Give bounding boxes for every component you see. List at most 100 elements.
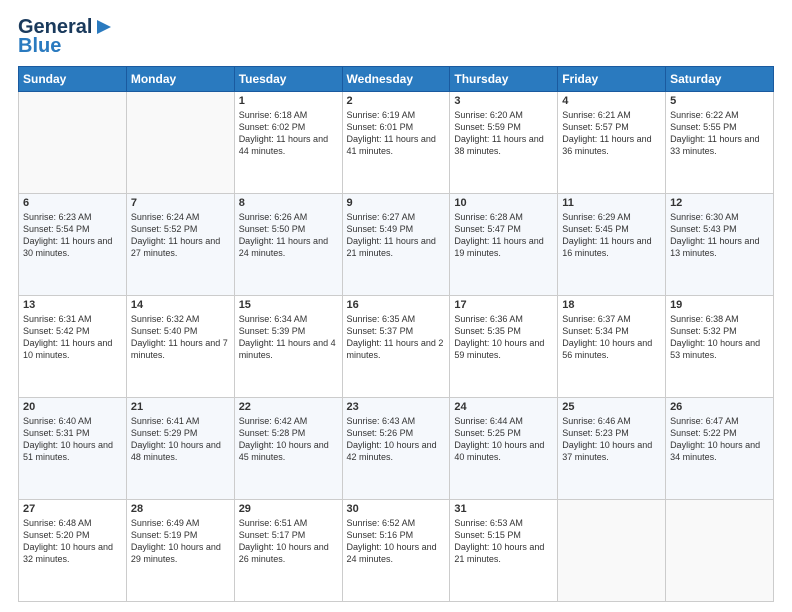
day-content: Sunrise: 6:35 AMSunset: 5:37 PMDaylight:… <box>347 313 446 362</box>
weekday-header-tuesday: Tuesday <box>234 67 342 92</box>
calendar-cell: 14 Sunrise: 6:32 AMSunset: 5:40 PMDayligh… <box>126 296 234 398</box>
calendar-cell: 13 Sunrise: 6:31 AMSunset: 5:42 PMDayligh… <box>19 296 127 398</box>
day-content: Sunrise: 6:52 AMSunset: 5:16 PMDaylight:… <box>347 517 446 566</box>
calendar-cell: 19 Sunrise: 6:38 AMSunset: 5:32 PMDayligh… <box>666 296 774 398</box>
day-number: 5 <box>670 95 769 107</box>
day-number: 15 <box>239 299 338 311</box>
calendar-cell: 16 Sunrise: 6:35 AMSunset: 5:37 PMDayligh… <box>342 296 450 398</box>
day-number: 3 <box>454 95 553 107</box>
day-number: 18 <box>562 299 661 311</box>
calendar-cell: 30 Sunrise: 6:52 AMSunset: 5:16 PMDayligh… <box>342 500 450 602</box>
weekday-header-thursday: Thursday <box>450 67 558 92</box>
calendar-cell: 29 Sunrise: 6:51 AMSunset: 5:17 PMDayligh… <box>234 500 342 602</box>
day-content: Sunrise: 6:24 AMSunset: 5:52 PMDaylight:… <box>131 211 230 260</box>
calendar-cell: 23 Sunrise: 6:43 AMSunset: 5:26 PMDayligh… <box>342 398 450 500</box>
calendar-row-4: 27 Sunrise: 6:48 AMSunset: 5:20 PMDayligh… <box>19 500 774 602</box>
calendar-cell: 2 Sunrise: 6:19 AMSunset: 6:01 PMDaylight… <box>342 92 450 194</box>
calendar-cell: 31Sunrise: 6:53 AMSunset: 5:15 PMDayligh… <box>450 500 558 602</box>
day-content: Sunrise: 6:36 AMSunset: 5:35 PMDaylight:… <box>454 313 553 362</box>
day-number: 31 <box>454 503 553 515</box>
day-content: Sunrise: 6:38 AMSunset: 5:32 PMDaylight:… <box>670 313 769 362</box>
logo: General Blue <box>18 16 115 58</box>
day-number: 24 <box>454 401 553 413</box>
day-number: 26 <box>670 401 769 413</box>
day-content: Sunrise: 6:22 AMSunset: 5:55 PMDaylight:… <box>670 109 769 158</box>
day-number: 14 <box>131 299 230 311</box>
calendar-cell: 18 Sunrise: 6:37 AMSunset: 5:34 PMDayligh… <box>558 296 666 398</box>
day-content: Sunrise: 6:21 AMSunset: 5:57 PMDaylight:… <box>562 109 661 158</box>
calendar-cell: 26 Sunrise: 6:47 AMSunset: 5:22 PMDayligh… <box>666 398 774 500</box>
weekday-header-sunday: Sunday <box>19 67 127 92</box>
day-content: Sunrise: 6:34 AMSunset: 5:39 PMDaylight:… <box>239 313 338 362</box>
calendar-cell: 24 Sunrise: 6:44 AMSunset: 5:25 PMDayligh… <box>450 398 558 500</box>
day-content: Sunrise: 6:43 AMSunset: 5:26 PMDaylight:… <box>347 415 446 464</box>
calendar: SundayMondayTuesdayWednesdayThursdayFrid… <box>18 66 774 602</box>
calendar-row-0: 1 Sunrise: 6:18 AMSunset: 6:02 PMDaylight… <box>19 92 774 194</box>
day-number: 13 <box>23 299 122 311</box>
day-content: Sunrise: 6:29 AMSunset: 5:45 PMDaylight:… <box>562 211 661 260</box>
calendar-cell: 9 Sunrise: 6:27 AMSunset: 5:49 PMDaylight… <box>342 194 450 296</box>
calendar-cell: 3 Sunrise: 6:20 AMSunset: 5:59 PMDaylight… <box>450 92 558 194</box>
day-content: Sunrise: 6:27 AMSunset: 5:49 PMDaylight:… <box>347 211 446 260</box>
day-number: 23 <box>347 401 446 413</box>
calendar-cell: 5 Sunrise: 6:22 AMSunset: 5:55 PMDaylight… <box>666 92 774 194</box>
day-number: 20 <box>23 401 122 413</box>
calendar-cell: 22 Sunrise: 6:42 AMSunset: 5:28 PMDayligh… <box>234 398 342 500</box>
weekday-header-saturday: Saturday <box>666 67 774 92</box>
calendar-cell: 6Sunrise: 6:23 AMSunset: 5:54 PMDaylight… <box>19 194 127 296</box>
day-number: 27 <box>23 503 122 515</box>
weekday-header-row: SundayMondayTuesdayWednesdayThursdayFrid… <box>19 67 774 92</box>
calendar-cell <box>666 500 774 602</box>
day-content: Sunrise: 6:31 AMSunset: 5:42 PMDaylight:… <box>23 313 122 362</box>
calendar-cell <box>126 92 234 194</box>
day-number: 19 <box>670 299 769 311</box>
day-content: Sunrise: 6:42 AMSunset: 5:28 PMDaylight:… <box>239 415 338 464</box>
logo-icon <box>93 16 115 38</box>
day-number: 1 <box>239 95 338 107</box>
weekday-header-monday: Monday <box>126 67 234 92</box>
day-content: Sunrise: 6:47 AMSunset: 5:22 PMDaylight:… <box>670 415 769 464</box>
day-content: Sunrise: 6:48 AMSunset: 5:20 PMDaylight:… <box>23 517 122 566</box>
day-content: Sunrise: 6:51 AMSunset: 5:17 PMDaylight:… <box>239 517 338 566</box>
calendar-cell: 8Sunrise: 6:26 AMSunset: 5:50 PMDaylight… <box>234 194 342 296</box>
day-number: 22 <box>239 401 338 413</box>
day-number: 10 <box>454 197 553 209</box>
day-number: 16 <box>347 299 446 311</box>
calendar-cell: 11Sunrise: 6:29 AMSunset: 5:45 PMDayligh… <box>558 194 666 296</box>
calendar-cell: 27 Sunrise: 6:48 AMSunset: 5:20 PMDayligh… <box>19 500 127 602</box>
calendar-cell: 7 Sunrise: 6:24 AMSunset: 5:52 PMDaylight… <box>126 194 234 296</box>
day-number: 25 <box>562 401 661 413</box>
day-content: Sunrise: 6:44 AMSunset: 5:25 PMDaylight:… <box>454 415 553 464</box>
day-number: 12 <box>670 197 769 209</box>
day-content: Sunrise: 6:19 AMSunset: 6:01 PMDaylight:… <box>347 109 446 158</box>
day-number: 29 <box>239 503 338 515</box>
day-number: 30 <box>347 503 446 515</box>
day-content: Sunrise: 6:40 AMSunset: 5:31 PMDaylight:… <box>23 415 122 464</box>
calendar-cell: 25Sunrise: 6:46 AMSunset: 5:23 PMDayligh… <box>558 398 666 500</box>
day-number: 2 <box>347 95 446 107</box>
header: General Blue <box>18 16 774 58</box>
calendar-row-1: 6Sunrise: 6:23 AMSunset: 5:54 PMDaylight… <box>19 194 774 296</box>
weekday-header-friday: Friday <box>558 67 666 92</box>
day-content: Sunrise: 6:18 AMSunset: 6:02 PMDaylight:… <box>239 109 338 158</box>
day-number: 4 <box>562 95 661 107</box>
day-content: Sunrise: 6:20 AMSunset: 5:59 PMDaylight:… <box>454 109 553 158</box>
day-content: Sunrise: 6:41 AMSunset: 5:29 PMDaylight:… <box>131 415 230 464</box>
calendar-cell: 21Sunrise: 6:41 AMSunset: 5:29 PMDayligh… <box>126 398 234 500</box>
day-number: 17 <box>454 299 553 311</box>
calendar-row-3: 20 Sunrise: 6:40 AMSunset: 5:31 PMDayligh… <box>19 398 774 500</box>
day-content: Sunrise: 6:32 AMSunset: 5:40 PMDaylight:… <box>131 313 230 362</box>
page: General Blue SundayMondayTuesdayWednesda… <box>0 0 792 612</box>
day-content: Sunrise: 6:28 AMSunset: 5:47 PMDaylight:… <box>454 211 553 260</box>
day-content: Sunrise: 6:49 AMSunset: 5:19 PMDaylight:… <box>131 517 230 566</box>
day-content: Sunrise: 6:30 AMSunset: 5:43 PMDaylight:… <box>670 211 769 260</box>
calendar-cell: 4 Sunrise: 6:21 AMSunset: 5:57 PMDaylight… <box>558 92 666 194</box>
day-number: 9 <box>347 197 446 209</box>
day-number: 7 <box>131 197 230 209</box>
day-content: Sunrise: 6:37 AMSunset: 5:34 PMDaylight:… <box>562 313 661 362</box>
calendar-cell: 15 Sunrise: 6:34 AMSunset: 5:39 PMDayligh… <box>234 296 342 398</box>
day-number: 28 <box>131 503 230 515</box>
calendar-cell: 10 Sunrise: 6:28 AMSunset: 5:47 PMDayligh… <box>450 194 558 296</box>
weekday-header-wednesday: Wednesday <box>342 67 450 92</box>
day-content: Sunrise: 6:26 AMSunset: 5:50 PMDaylight:… <box>239 211 338 260</box>
